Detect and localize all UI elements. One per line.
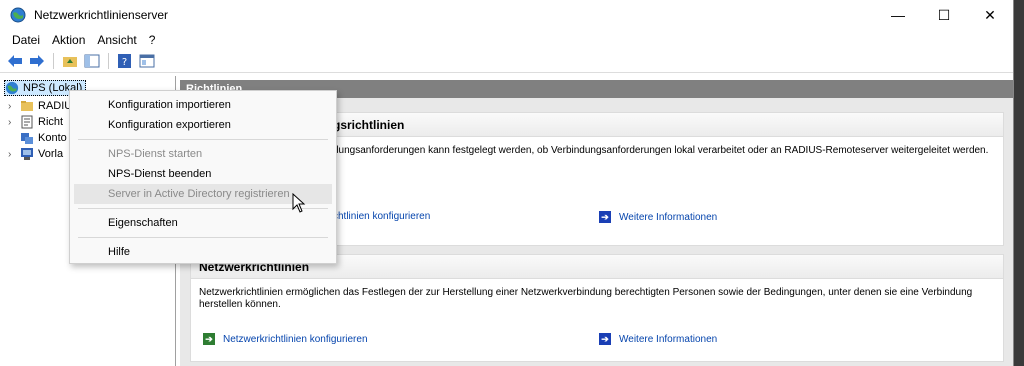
menu-separator: [78, 208, 328, 209]
window-title: Netzwerkrichtlinienserver: [34, 8, 169, 22]
nps-globe-icon: [10, 7, 26, 23]
menu-ansicht[interactable]: Ansicht: [91, 33, 142, 47]
link-label: chtlinien konfigurieren: [333, 211, 431, 222]
chevron-right-icon[interactable]: ›: [8, 117, 20, 128]
link-label: Netzwerkrichtlinien konfigurieren: [223, 333, 368, 345]
toolbar-separator: [53, 52, 54, 69]
more-info-link-2[interactable]: ➔ Weitere Informationen: [599, 333, 717, 345]
menu-item-import-config[interactable]: Konfiguration importieren: [74, 95, 332, 115]
arrow-right-icon: ➔: [203, 333, 215, 345]
accounting-icon: [20, 131, 34, 145]
folder-up-icon[interactable]: [61, 52, 79, 70]
menu-item-properties[interactable]: Eigenschaften: [74, 213, 332, 233]
more-info-link-1[interactable]: ➔ Weitere Informationen: [599, 211, 717, 223]
toolbar-separator: [108, 52, 109, 69]
templates-icon: [20, 147, 34, 161]
menu-item-start-nps[interactable]: NPS-Dienst starten: [74, 144, 332, 164]
forward-arrow-icon[interactable]: [28, 52, 46, 70]
nps-globe-icon: [5, 81, 19, 95]
tree-label-richtlinien: Richt: [38, 116, 64, 128]
help-icon[interactable]: ?: [116, 52, 134, 70]
configure-network-policies-link[interactable]: ➔ Netzwerkrichtlinien konfigurieren: [203, 333, 368, 345]
back-arrow-icon[interactable]: [6, 52, 24, 70]
context-menu: Konfiguration importieren Konfiguration …: [69, 90, 337, 264]
link-label: Weitere Informationen: [619, 211, 718, 223]
folder-icon: [20, 99, 34, 113]
menu-bar: Datei Aktion Ansicht ?: [0, 30, 1013, 49]
window-controls: — ☐ ✕: [875, 0, 1013, 30]
console-icon[interactable]: [138, 52, 156, 70]
arrow-right-icon: ➔: [599, 211, 611, 223]
chevron-right-icon[interactable]: ›: [8, 149, 20, 160]
menu-separator: [78, 139, 328, 140]
close-button[interactable]: ✕: [967, 0, 1013, 30]
app-window: Netzwerkrichtlinienserver — ☐ ✕ Datei Ak…: [0, 0, 1014, 366]
policy-document-icon: [20, 115, 34, 129]
link-label: Weitere Informationen: [619, 333, 718, 345]
title-bar: Netzwerkrichtlinienserver — ☐ ✕: [0, 0, 1013, 30]
tree-label-konto: Konto: [38, 132, 67, 144]
chevron-right-icon[interactable]: ›: [8, 101, 20, 112]
panel-network-policies: Netzwerkrichtlinien Netzwerkrichtlinien …: [190, 254, 1004, 362]
menu-help[interactable]: ?: [143, 33, 162, 47]
svg-text:?: ?: [122, 57, 127, 68]
menu-item-stop-nps[interactable]: NPS-Dienst beenden: [74, 164, 332, 184]
menu-item-help[interactable]: Hilfe: [74, 242, 332, 262]
tree-label-vorlagen: Vorla: [38, 148, 64, 160]
minimize-button[interactable]: —: [875, 0, 921, 30]
toolbar: ?: [0, 49, 1013, 73]
menu-separator: [78, 237, 328, 238]
tree-item-richtlinien[interactable]: › Richt: [8, 114, 63, 130]
menu-aktion[interactable]: Aktion: [46, 33, 91, 47]
panel-description: Netzwerkrichtlinien ermöglichen das Fest…: [199, 287, 973, 310]
arrow-right-icon: ➔: [599, 333, 611, 345]
menu-item-export-config[interactable]: Konfiguration exportieren: [74, 115, 332, 135]
configure-connection-policies-link[interactable]: chtlinien konfigurieren: [333, 211, 430, 222]
tree-item-kontoverwaltung[interactable]: Konto: [8, 130, 67, 146]
mouse-cursor-icon: [292, 192, 306, 213]
maximize-button[interactable]: ☐: [921, 0, 967, 30]
show-hide-tree-icon[interactable]: [83, 52, 101, 70]
tree-item-vorlagen[interactable]: › Vorla: [8, 146, 63, 162]
menu-datei[interactable]: Datei: [6, 33, 46, 47]
